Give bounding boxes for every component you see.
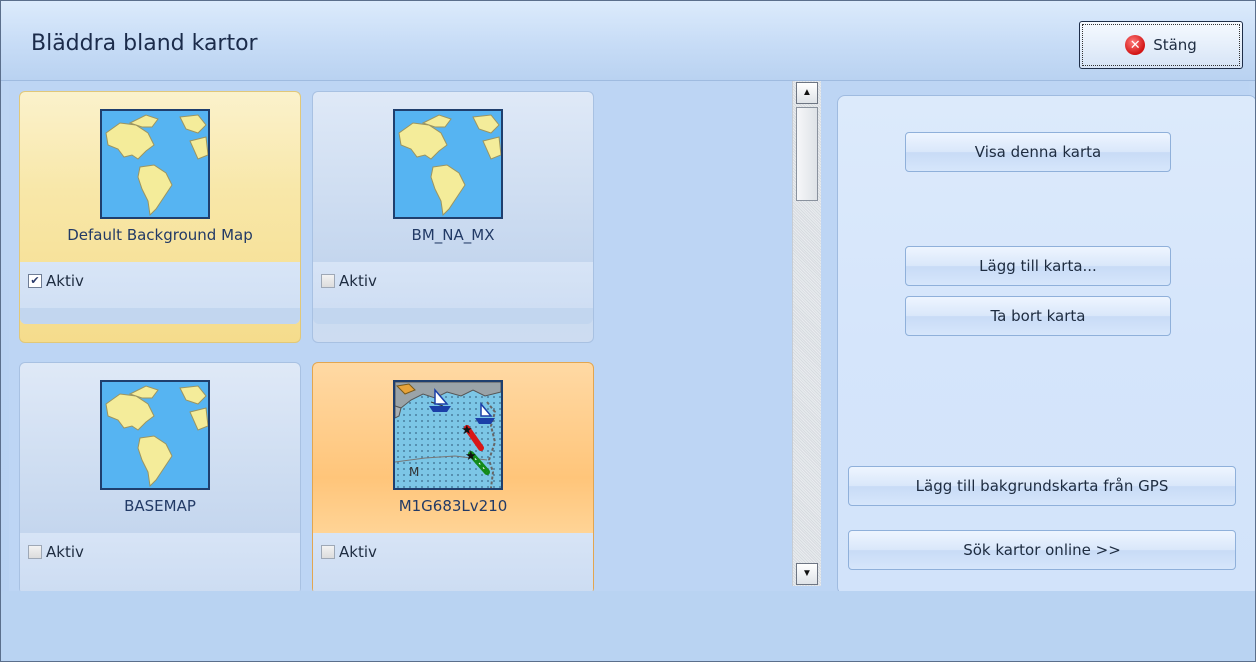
map-browser-window: Bläddra bland kartor ✕ Stäng Default Bac… xyxy=(0,0,1256,662)
active-label: Aktiv xyxy=(339,272,377,290)
map-tile[interactable]: Default Background Map ✔ Aktiv xyxy=(19,91,301,343)
active-checkbox-row[interactable]: Aktiv xyxy=(321,543,377,561)
map-name: BASEMAP xyxy=(124,497,196,515)
search-online-button[interactable]: Sök kartor online >> xyxy=(848,530,1236,570)
vertical-scrollbar[interactable]: ▲ ▼ xyxy=(792,81,821,586)
active-checkbox[interactable] xyxy=(321,274,335,288)
nautical-chart-icon: M ★ ★ xyxy=(393,380,503,490)
active-checkbox[interactable]: ✔ xyxy=(28,274,42,288)
svg-text:M: M xyxy=(409,465,419,479)
red-x-icon: ✕ xyxy=(1125,35,1146,55)
close-button[interactable]: ✕ Stäng xyxy=(1079,21,1243,69)
actions-panel: Visa denna karta Lägg till karta... Ta b… xyxy=(837,95,1255,595)
world-map-icon xyxy=(393,109,503,219)
active-checkbox-row[interactable]: ✔ Aktiv xyxy=(28,272,84,290)
map-tile[interactable]: BASEMAP Aktiv xyxy=(19,362,301,591)
footer-area xyxy=(1,591,1255,661)
world-map-icon xyxy=(100,380,210,490)
map-gallery: Default Background Map ✔ Aktiv BM_NA_MX … xyxy=(9,81,789,591)
active-checkbox-row[interactable]: Aktiv xyxy=(28,543,84,561)
map-tile[interactable]: BM_NA_MX Aktiv xyxy=(312,91,594,343)
active-checkbox[interactable] xyxy=(28,545,42,559)
page-title: Bläddra bland kartor xyxy=(31,31,258,56)
add-map-button[interactable]: Lägg till karta... xyxy=(905,246,1171,286)
active-label: Aktiv xyxy=(46,543,84,561)
tile-strip xyxy=(20,308,300,324)
active-label: Aktiv xyxy=(46,272,84,290)
scroll-up-arrow-icon[interactable]: ▲ xyxy=(796,82,818,104)
svg-text:★: ★ xyxy=(465,448,477,463)
active-checkbox-row[interactable]: Aktiv xyxy=(321,272,377,290)
show-map-button[interactable]: Visa denna karta xyxy=(905,132,1171,172)
active-checkbox[interactable] xyxy=(321,545,335,559)
header-bar: Bläddra bland kartor ✕ Stäng xyxy=(1,1,1255,81)
svg-text:★: ★ xyxy=(461,422,473,437)
tile-strip xyxy=(313,308,593,324)
content-area: Default Background Map ✔ Aktiv BM_NA_MX … xyxy=(9,81,1255,595)
tile-footer xyxy=(20,533,300,591)
map-name: M1G683Lv210 xyxy=(398,497,508,515)
world-map-icon xyxy=(100,109,210,219)
tile-footer xyxy=(313,533,593,591)
map-name: Default Background Map xyxy=(67,226,253,244)
add-gps-background-button[interactable]: Lägg till bakgrundskarta från GPS xyxy=(848,466,1236,506)
remove-map-button[interactable]: Ta bort karta xyxy=(905,296,1171,336)
scrollbar-thumb[interactable] xyxy=(796,107,818,201)
active-label: Aktiv xyxy=(339,543,377,561)
map-tile[interactable]: M ★ ★ M1G683Lv210 Aktiv xyxy=(312,362,594,591)
scroll-down-arrow-icon[interactable]: ▼ xyxy=(796,563,818,585)
map-name: BM_NA_MX xyxy=(411,226,495,244)
close-button-label: Stäng xyxy=(1153,36,1197,54)
